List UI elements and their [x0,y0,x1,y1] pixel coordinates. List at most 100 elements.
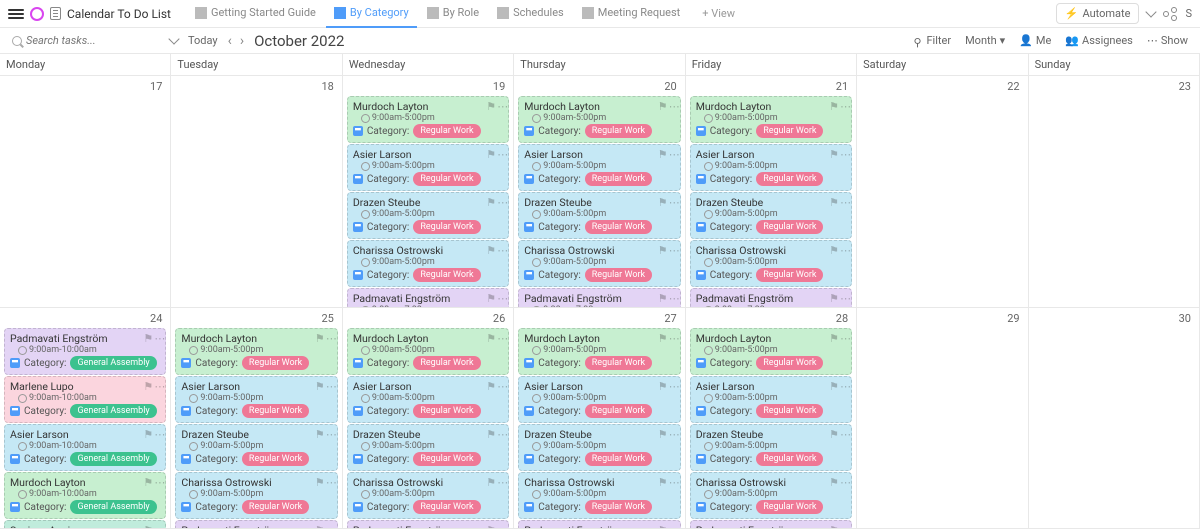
event-card[interactable]: Asier Larson9:00am-5:00pmCategory:Regula… [175,376,337,423]
event-card[interactable]: Padmavati Engström9:00am-7:00pmCategory:… [518,288,680,308]
event-card[interactable]: Padmavati Engström9:00am-7:00pmCategory:… [690,520,852,529]
event-card[interactable]: Murdoch Layton9:00am-5:00pmCategory:Regu… [518,96,680,143]
card-menu-icon[interactable]: ⋯ [840,100,848,108]
card-menu-icon[interactable]: ⋯ [840,292,848,300]
event-card[interactable]: Murdoch Layton9:00am-5:00pmCategory:Regu… [175,328,337,375]
card-menu-icon[interactable]: ⋯ [326,332,334,340]
filter-button[interactable]: ⚲Filter [913,34,951,47]
card-menu-icon[interactable]: ⋯ [669,524,677,529]
card-menu-icon[interactable]: ⋯ [154,524,162,529]
card-menu-icon[interactable]: ⋯ [497,476,505,484]
show-menu[interactable]: ⋯Show [1147,34,1188,47]
card-menu-icon[interactable]: ⋯ [669,100,677,108]
view-tab[interactable]: Getting Started Guide [187,0,324,28]
card-menu-icon[interactable]: ⋯ [326,380,334,388]
calendar-cell[interactable]: 29 [857,308,1028,529]
card-menu-icon[interactable]: ⋯ [326,524,334,529]
card-menu-icon[interactable]: ⋯ [497,524,505,529]
add-view-button[interactable]: + View [694,3,743,24]
event-card[interactable]: Charissa Ostrowski9:00am-5:00pmCategory:… [347,240,509,287]
event-card[interactable]: Drazen Steube9:00am-5:00pmCategory:Regul… [175,424,337,471]
card-menu-icon[interactable]: ⋯ [497,148,505,156]
card-menu-icon[interactable]: ⋯ [840,428,848,436]
event-card[interactable]: Murdoch Layton9:00am-5:00pmCategory:Regu… [690,328,852,375]
calendar-cell[interactable]: 24Padmavati Engström9:00am-10:00amCatego… [0,308,171,529]
view-tab[interactable]: By Category [326,0,417,28]
event-card[interactable]: Drazen Steube9:00am-5:00pmCategory:Regul… [690,192,852,239]
calendar-cell[interactable]: 17 [0,76,171,308]
event-card[interactable]: Asier Larson9:00am-5:00pmCategory:Regula… [518,144,680,191]
card-menu-icon[interactable]: ⋯ [840,476,848,484]
card-menu-icon[interactable]: ⋯ [497,428,505,436]
event-card[interactable]: Murdoch Layton9:00am-5:00pmCategory:Regu… [518,328,680,375]
share-icon[interactable] [1163,7,1177,21]
event-card[interactable]: Asier Larson9:00am-5:00pmCategory:Regula… [690,144,852,191]
event-card[interactable]: Asier Larson9:00am-5:00pmCategory:Regula… [518,376,680,423]
event-card[interactable]: Murdoch Layton9:00am-5:00pmCategory:Regu… [690,96,852,143]
calendar-cell[interactable]: 21Murdoch Layton9:00am-5:00pmCategory:Re… [686,76,857,308]
event-card[interactable]: Asier Larson9:00am-10:00amCategory:Gener… [4,424,166,471]
month-dropdown[interactable]: Month▾ [965,34,1005,47]
event-card[interactable]: Sanjeev Aquino9:00am-10:00amCategory:Gen… [4,520,166,529]
event-card[interactable]: Drazen Steube9:00am-5:00pmCategory:Regul… [518,192,680,239]
me-filter[interactable]: 👤Me [1019,34,1051,47]
card-menu-icon[interactable]: ⋯ [497,380,505,388]
event-card[interactable]: Murdoch Layton9:00am-5:00pmCategory:Regu… [347,328,509,375]
event-card[interactable]: Padmavati Engström9:00am-7:00pmCategory:… [175,520,337,529]
card-menu-icon[interactable]: ⋯ [497,244,505,252]
card-menu-icon[interactable]: ⋯ [326,476,334,484]
event-card[interactable]: Asier Larson9:00am-5:00pmCategory:Regula… [690,376,852,423]
event-card[interactable]: Murdoch Layton9:00am-10:00amCategory:Gen… [4,472,166,519]
event-card[interactable]: Charissa Ostrowski9:00am-5:00pmCategory:… [518,240,680,287]
card-menu-icon[interactable]: ⋯ [840,332,848,340]
calendar-cell[interactable]: 23 [1029,76,1200,308]
event-card[interactable]: Marlene Lupo9:00am-10:00amCategory:Gener… [4,376,166,423]
prev-month-button[interactable]: ‹ [228,34,232,48]
calendar-cell[interactable]: 18 [171,76,342,308]
calendar-cell[interactable]: 22 [857,76,1028,308]
event-card[interactable]: Murdoch Layton9:00am-5:00pmCategory:Regu… [347,96,509,143]
calendar-cell[interactable]: 19Murdoch Layton9:00am-5:00pmCategory:Re… [343,76,514,308]
event-card[interactable]: Charissa Ostrowski9:00am-5:00pmCategory:… [175,472,337,519]
card-menu-icon[interactable]: ⋯ [669,428,677,436]
card-menu-icon[interactable]: ⋯ [840,148,848,156]
event-card[interactable]: Padmavati Engström9:00am-7:00pmCategory:… [690,288,852,308]
card-menu-icon[interactable]: ⋯ [497,196,505,204]
event-card[interactable]: Drazen Steube9:00am-5:00pmCategory:Regul… [347,192,509,239]
event-card[interactable]: Charissa Ostrowski9:00am-5:00pmCategory:… [690,240,852,287]
event-card[interactable]: Charissa Ostrowski9:00am-5:00pmCategory:… [518,472,680,519]
search-input[interactable] [26,34,166,47]
card-menu-icon[interactable]: ⋯ [669,148,677,156]
event-card[interactable]: Padmavati Engström9:00am-7:00pmCategory:… [518,520,680,529]
card-menu-icon[interactable]: ⋯ [497,292,505,300]
card-menu-icon[interactable]: ⋯ [840,524,848,529]
card-menu-icon[interactable]: ⋯ [669,244,677,252]
card-menu-icon[interactable]: ⋯ [669,292,677,300]
card-menu-icon[interactable]: ⋯ [497,100,505,108]
card-menu-icon[interactable]: ⋯ [669,332,677,340]
search-chevron-icon[interactable] [168,33,179,44]
event-card[interactable]: Drazen Steube9:00am-5:00pmCategory:Regul… [518,424,680,471]
next-month-button[interactable]: › [240,34,244,48]
event-card[interactable]: Charissa Ostrowski9:00am-5:00pmCategory:… [347,472,509,519]
card-menu-icon[interactable]: ⋯ [154,476,162,484]
view-tab[interactable]: Meeting Request [574,0,689,28]
card-menu-icon[interactable]: ⋯ [840,196,848,204]
card-menu-icon[interactable]: ⋯ [154,380,162,388]
card-menu-icon[interactable]: ⋯ [669,380,677,388]
calendar-cell[interactable]: 28Murdoch Layton9:00am-5:00pmCategory:Re… [686,308,857,529]
assignees-filter[interactable]: 👥Assignees [1065,34,1133,47]
event-card[interactable]: Charissa Ostrowski9:00am-5:00pmCategory:… [690,472,852,519]
event-card[interactable]: Drazen Steube9:00am-5:00pmCategory:Regul… [690,424,852,471]
card-menu-icon[interactable]: ⋯ [326,428,334,436]
calendar-cell[interactable]: 27Murdoch Layton9:00am-5:00pmCategory:Re… [514,308,685,529]
event-card[interactable]: Padmavati Engström9:00am-7:00pmCategory:… [347,288,509,308]
card-menu-icon[interactable]: ⋯ [497,332,505,340]
calendar-cell[interactable]: 20Murdoch Layton9:00am-5:00pmCategory:Re… [514,76,685,308]
calendar-cell[interactable]: 26Murdoch Layton9:00am-5:00pmCategory:Re… [343,308,514,529]
card-menu-icon[interactable]: ⋯ [840,380,848,388]
chevron-down-icon[interactable] [1146,6,1157,17]
today-button[interactable]: Today [188,34,218,47]
event-card[interactable]: Padmavati Engström9:00am-7:00pmCategory:… [347,520,509,529]
card-menu-icon[interactable]: ⋯ [669,476,677,484]
